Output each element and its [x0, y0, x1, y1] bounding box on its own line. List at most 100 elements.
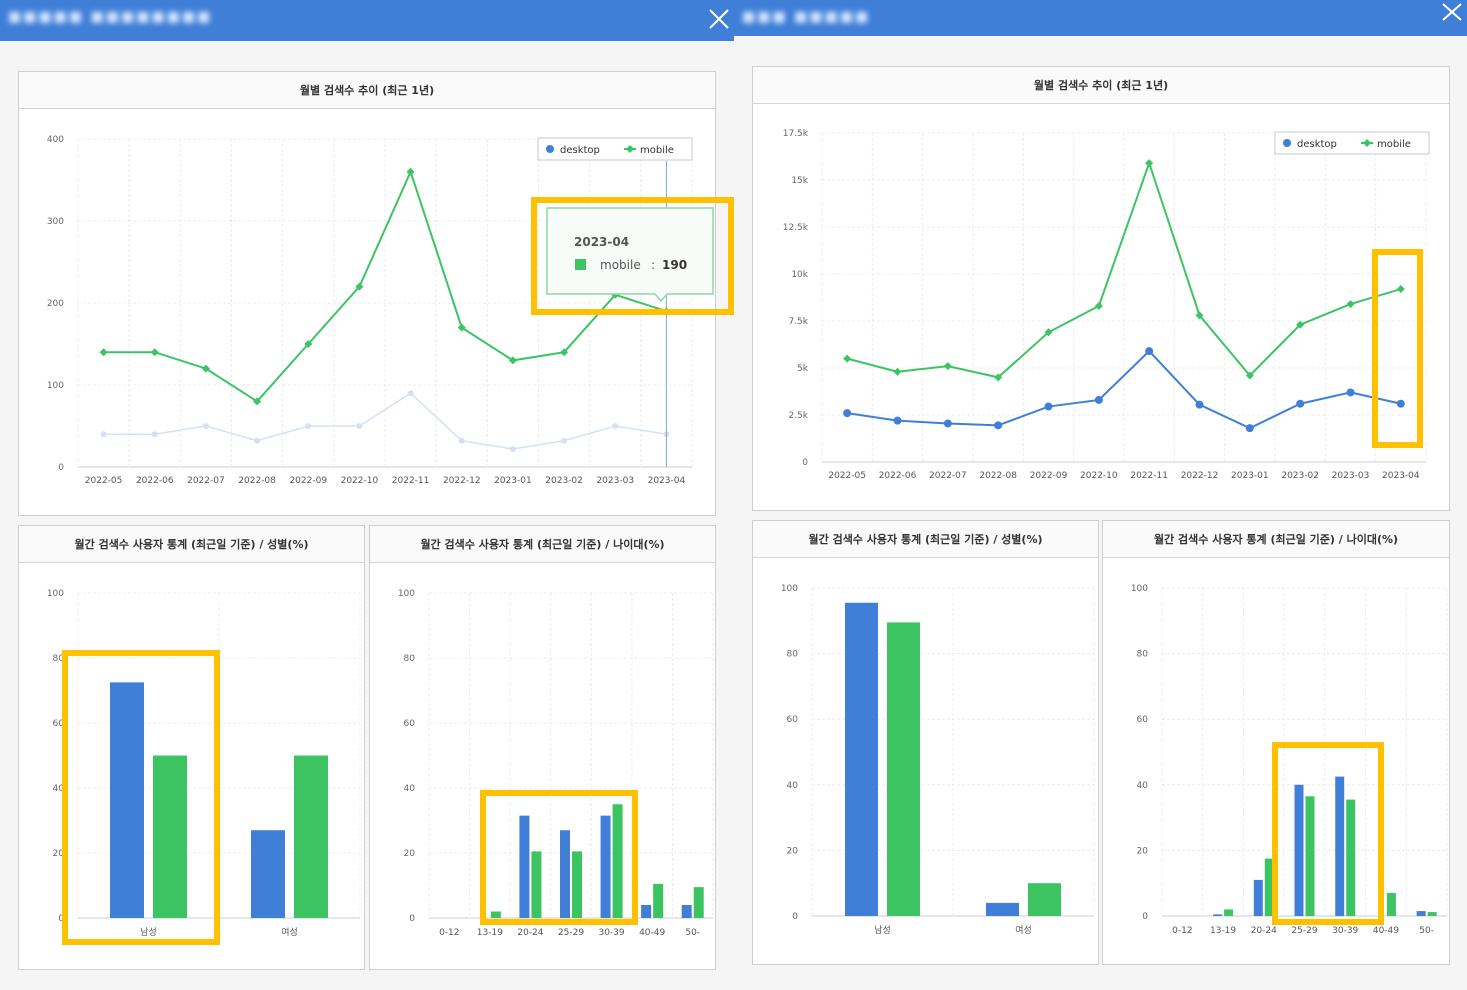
bar-desktop	[600, 815, 611, 918]
y-tick-label: 0	[792, 912, 798, 922]
bar-desktop	[519, 815, 530, 918]
y-tick-label: 80	[53, 654, 65, 664]
x-tick-label: 2023-04	[648, 476, 686, 486]
close-icon[interactable]	[706, 4, 732, 30]
panel-title: 월별 검색수 추이 (최근 1년)	[753, 67, 1449, 104]
x-tick-label: 남성	[874, 925, 891, 936]
data-point	[1296, 399, 1305, 408]
y-tick-label: 5k	[797, 364, 809, 374]
y-tick-label: 0	[58, 463, 64, 473]
x-tick-label: 2022-11	[392, 476, 430, 486]
data-point	[843, 354, 852, 363]
bar-desktop	[1335, 776, 1345, 916]
x-tick-label: 남성	[140, 927, 157, 938]
data-point	[202, 423, 209, 429]
bar-mobile	[653, 883, 664, 918]
gender-stats-panel: 월간 검색수 사용자 통계 (최근일 기준) / 성별(%) 0 20 40 60 80…	[752, 520, 1099, 965]
data-point	[943, 362, 952, 371]
y-tick-label: 20	[53, 849, 65, 859]
bar-mobile	[531, 851, 542, 918]
x-tick-label: 2022-06	[879, 471, 917, 481]
x-tick-label: 2022-05	[85, 476, 123, 486]
y-tick-label: 300	[47, 217, 64, 227]
data-point	[561, 437, 568, 444]
y-tick-label: 60	[787, 715, 799, 725]
y-tick-label: 20	[1137, 846, 1149, 856]
y-tick-label: 0	[58, 914, 64, 924]
gender-bar-chart: 0 20 40 60 80 100 남성 여성	[47, 589, 361, 938]
y-tick-label: 40	[53, 784, 65, 794]
y-tick-label: 100	[47, 589, 64, 599]
data-point	[1346, 300, 1355, 309]
data-point	[305, 423, 312, 429]
x-tick-label: 2022-12	[443, 476, 481, 486]
bar-mobile	[1427, 912, 1437, 916]
x-tick-label: 13-19	[477, 928, 503, 938]
bar-desktop	[1416, 911, 1426, 916]
panel-title: 월간 검색수 사용자 통계 (최근일 기준) / 성별(%)	[19, 526, 364, 563]
legend-label: desktop	[1297, 139, 1337, 150]
y-tick-label: 100	[1131, 584, 1148, 594]
bar-desktop	[845, 602, 878, 916]
x-tick-label: 25-29	[1291, 926, 1317, 936]
data-point	[509, 445, 516, 452]
close-icon[interactable]	[1439, 0, 1465, 26]
y-tick-label: 80	[1137, 650, 1149, 660]
data-point	[407, 390, 414, 397]
monthly-trend-panel: 월별 검색수 추이 (최근 1년) 0 2.5k 5k 7.5k 10k 12.5k 15k…	[752, 66, 1450, 511]
y-tick-label: 0	[802, 458, 808, 468]
popup-window-right: ■■■ ■■■■■ 월별 검색수 추이 (최근 1년) 0 2.5k 5k 7.5k 1…	[734, 0, 1467, 990]
x-tick-label: 2022-05	[828, 471, 866, 481]
bar-mobile	[1346, 799, 1356, 916]
data-point	[1346, 388, 1355, 397]
data-point	[1396, 399, 1405, 408]
bar-desktop	[251, 830, 285, 918]
data-point	[1396, 285, 1405, 294]
x-tick-label: 2022-12	[1181, 471, 1219, 481]
x-tick-label: 30-39	[1332, 926, 1358, 936]
window-title: ■■■■■ ■■■■■■■■	[8, 9, 213, 25]
popup-titlebar: ■■■■■ ■■■■■■■■	[0, 0, 734, 41]
tooltip-date: 2023-04	[574, 235, 629, 249]
tooltip-series-swatch	[575, 259, 586, 270]
data-point	[1195, 400, 1204, 409]
x-tick-label: 2022-09	[289, 476, 327, 486]
gender-stats-panel: 월간 검색수 사용자 통계 (최근일 기준) / 성별(%) 0 20 40 60 80…	[18, 525, 365, 970]
y-tick-label: 200	[47, 299, 64, 309]
bar-mobile	[1305, 796, 1315, 916]
x-tick-label: 50-	[1419, 926, 1434, 936]
data-point	[843, 409, 852, 418]
data-point	[612, 423, 619, 429]
y-tick-label: 40	[404, 784, 416, 794]
tooltip-series-name: mobile	[600, 258, 641, 272]
x-tick-label: 40-49	[1373, 926, 1399, 936]
bar-desktop	[560, 830, 570, 918]
legend-marker	[546, 145, 554, 153]
x-tick-label: 2022-08	[979, 471, 1017, 481]
tooltip-separator: :	[651, 258, 655, 272]
gender-bar-chart: 0 20 40 60 80 100 남성 여성	[781, 584, 1095, 936]
y-tick-label: 80	[787, 650, 799, 660]
x-tick-label: 13-19	[1210, 926, 1236, 936]
data-point	[151, 431, 158, 438]
x-tick-label: 2022-07	[929, 471, 967, 481]
popup-window-left: ■■■■■ ■■■■■■■■ 월별 검색수 추이 (최근 1년) 0 100 200…	[0, 0, 734, 990]
bar-desktop	[1213, 914, 1223, 916]
y-tick-label: 20	[787, 846, 799, 856]
data-point	[943, 419, 952, 428]
age-stats-panel: 월간 검색수 사용자 통계 (최근일 기준) / 나이대(%) 0 20 40 60 8…	[369, 525, 716, 970]
chart-legend: desktop mobile	[1274, 131, 1430, 155]
data-point	[406, 167, 415, 176]
y-tick-label: 10k	[791, 270, 808, 280]
y-tick-label: 100	[781, 584, 798, 594]
bar-desktop	[1294, 784, 1304, 916]
bar-desktop	[110, 682, 144, 918]
bar-mobile	[1224, 909, 1234, 916]
legend-label: mobile	[640, 145, 674, 156]
data-point	[1094, 395, 1103, 404]
data-point	[150, 348, 159, 357]
age-bar-chart: 0 20 40 60 80 100 0-12 13-19 20-24 25-29 30-39 40-4…	[398, 589, 714, 938]
y-tick-label: 0	[1142, 912, 1148, 922]
x-tick-label: 0-12	[439, 928, 459, 938]
y-tick-label: 20	[404, 849, 416, 859]
